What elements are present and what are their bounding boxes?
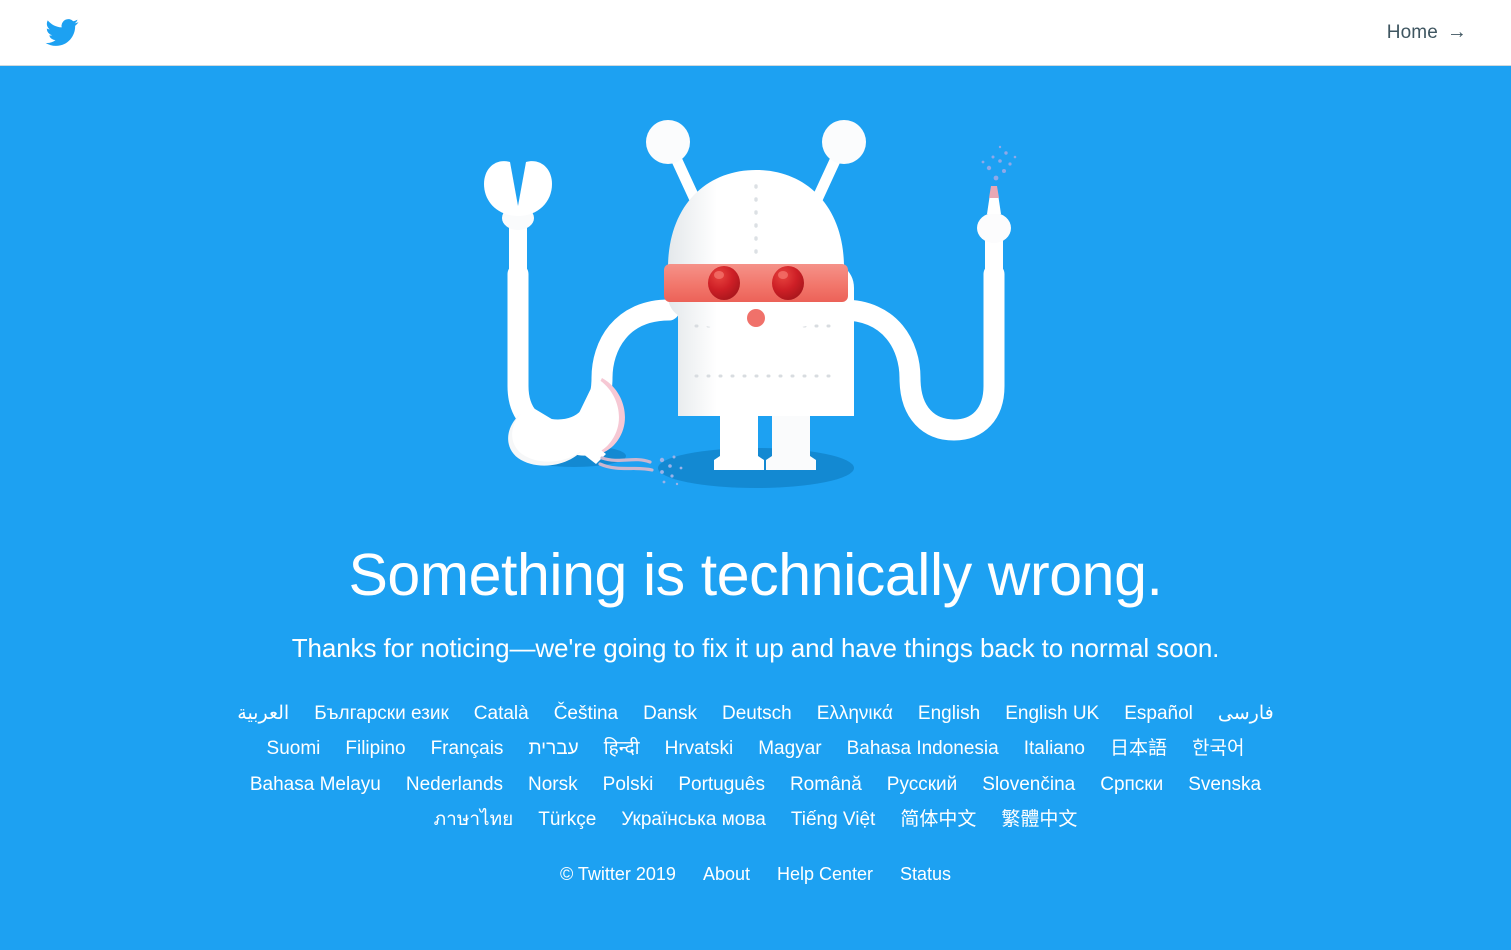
language-link[interactable]: Nederlands — [406, 771, 503, 799]
eye-left — [707, 266, 740, 300]
language-link[interactable]: Tiếng Việt — [791, 806, 876, 834]
error-page-main: Something is technically wrong. Thanks f… — [0, 66, 1511, 950]
arrow-right-icon: → — [1446, 20, 1467, 43]
language-link[interactable]: 繁體中文 — [1001, 806, 1077, 834]
language-link[interactable]: 日本語 — [1110, 735, 1167, 763]
arm-right-tentacle — [832, 263, 1004, 441]
language-link[interactable]: English — [918, 700, 980, 728]
language-link[interactable]: Deutsch — [722, 700, 792, 728]
language-link[interactable]: Svenska — [1188, 771, 1261, 799]
language-link[interactable]: Hrvatski — [665, 735, 734, 763]
language-link[interactable]: Dansk — [643, 700, 697, 728]
claw-tool — [483, 161, 552, 280]
twitter-logo-link[interactable] — [42, 16, 82, 49]
language-link[interactable]: Српски — [1100, 771, 1163, 799]
language-link[interactable]: עברית — [528, 735, 578, 763]
eye-right — [771, 266, 804, 300]
antenna-left — [645, 120, 703, 212]
language-link[interactable]: Português — [678, 771, 765, 799]
language-link[interactable]: ภาษาไทย — [434, 806, 514, 834]
language-row: العربية Български език Català Čeština Da… — [216, 700, 1296, 728]
language-link[interactable]: Español — [1124, 700, 1193, 728]
language-link[interactable]: Français — [431, 735, 504, 763]
language-link[interactable]: 简体中文 — [900, 806, 976, 834]
copyright-text: © Twitter 2019 — [559, 863, 676, 884]
language-link[interactable]: فارسى — [1218, 700, 1274, 728]
language-link[interactable]: Українська мова — [621, 806, 766, 834]
language-link[interactable]: Polski — [603, 771, 654, 799]
language-link[interactable]: Română — [790, 771, 862, 799]
broken-robot-illustration — [406, 78, 1106, 528]
language-list: العربية Български език Català Čeština Da… — [216, 700, 1296, 842]
leg-left — [713, 408, 764, 470]
language-row: ภาษาไทย Türkçe Українська мова Tiếng Việ… — [216, 806, 1296, 834]
page-header: Home → — [0, 0, 1511, 66]
welding-torch — [976, 186, 1011, 284]
red-visor — [663, 264, 848, 302]
page-footer: © Twitter 2019 About Help Center Status — [560, 864, 951, 885]
language-row: Suomi Filipino Français עברית हिन्दी Hrv… — [216, 735, 1296, 763]
page-title: Something is technically wrong. — [348, 542, 1163, 608]
antenna-right — [808, 120, 866, 212]
language-link[interactable]: Bahasa Melayu — [250, 771, 381, 799]
language-link[interactable]: Русский — [887, 771, 958, 799]
language-link[interactable]: Čeština — [554, 700, 618, 728]
language-link[interactable]: English UK — [1005, 700, 1099, 728]
home-link-label: Home — [1386, 21, 1438, 43]
language-link[interactable]: Türkçe — [538, 806, 596, 834]
language-link[interactable]: Italiano — [1024, 735, 1085, 763]
language-link[interactable]: Filipino — [345, 735, 405, 763]
language-link[interactable]: Български език — [314, 700, 449, 728]
home-link[interactable]: Home → — [1381, 18, 1473, 48]
sparks — [981, 145, 1016, 181]
about-link[interactable]: About — [703, 864, 750, 885]
language-link[interactable]: Slovenčina — [982, 771, 1075, 799]
nose-dot — [746, 309, 765, 327]
page-subtitle: Thanks for noticing—we're going to fix i… — [291, 632, 1220, 663]
language-link[interactable]: 한국어 — [1192, 735, 1244, 763]
language-link[interactable]: हिन्दी — [604, 735, 640, 763]
language-link[interactable]: Bahasa Indonesia — [847, 735, 999, 763]
language-link[interactable]: Magyar — [758, 735, 821, 763]
status-link[interactable]: Status — [900, 864, 951, 885]
language-link[interactable]: Norsk — [528, 771, 578, 799]
language-link[interactable]: العربية — [237, 700, 289, 728]
language-link[interactable]: Suomi — [267, 735, 321, 763]
leg-right — [765, 408, 816, 470]
language-link[interactable]: Català — [474, 700, 529, 728]
help-center-link[interactable]: Help Center — [777, 864, 873, 885]
language-row: Bahasa Melayu Nederlands Norsk Polski Po… — [216, 771, 1296, 799]
language-link[interactable]: Ελληνικά — [817, 700, 893, 728]
twitter-bird-icon — [42, 16, 82, 49]
